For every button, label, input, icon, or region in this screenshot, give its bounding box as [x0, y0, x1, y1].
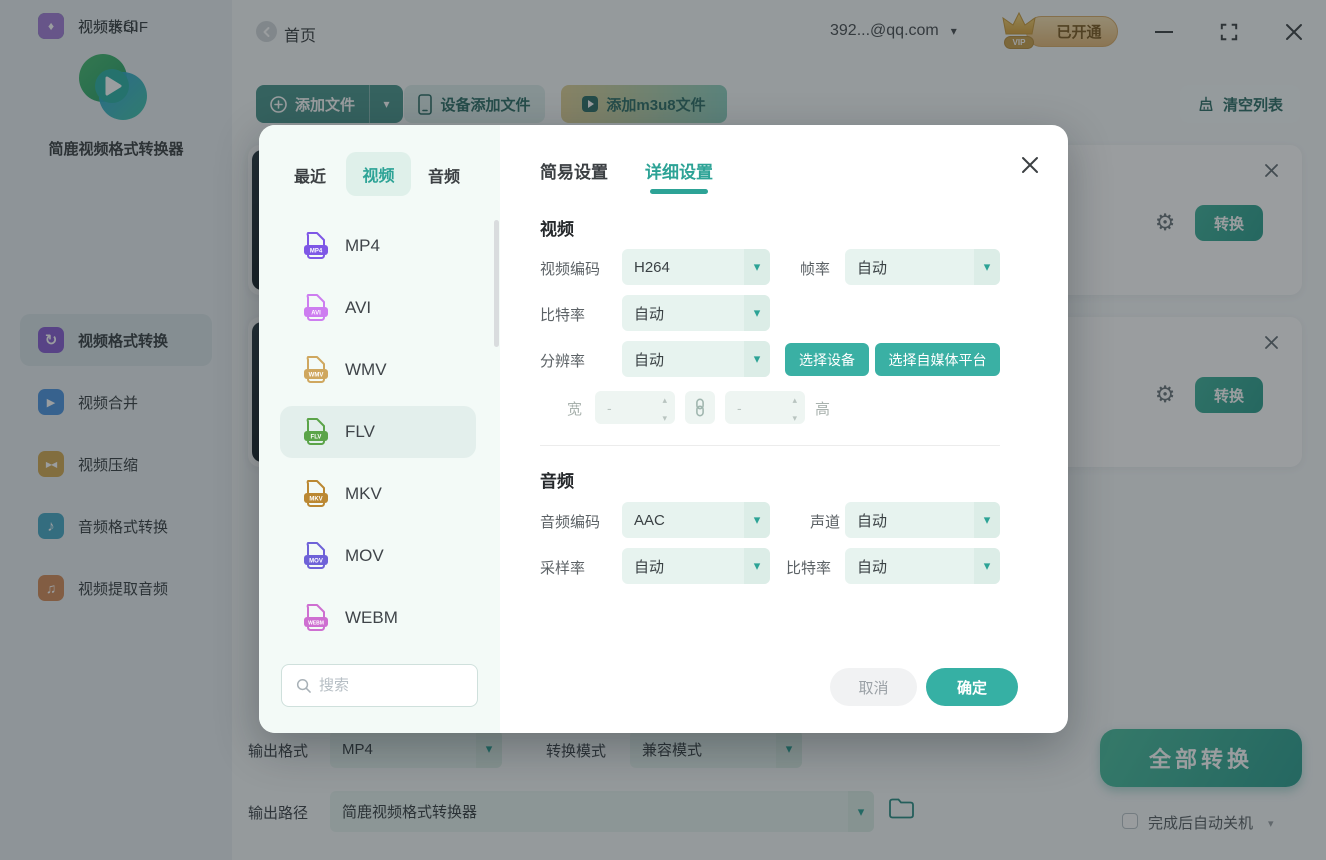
chevron-down-icon — [744, 295, 770, 331]
chevron-down-icon — [744, 249, 770, 285]
file-format-icon: WMV — [304, 356, 328, 383]
audio-bitrate-label: 比特率 — [786, 560, 832, 577]
width-label: 宽 — [567, 401, 583, 418]
svg-text:FLV: FLV — [311, 435, 322, 441]
svg-text:MP4: MP4 — [310, 249, 323, 255]
section-divider — [540, 445, 1000, 446]
format-item-avi[interactable]: AVI AVI — [280, 282, 476, 334]
chevron-down-icon — [744, 341, 770, 377]
link-chain-icon — [696, 398, 704, 417]
step-down-icon[interactable] — [792, 408, 797, 426]
chevron-down-icon — [974, 548, 1000, 584]
chevron-down-icon — [744, 502, 770, 538]
format-item-wmv[interactable]: WMV WMV — [280, 344, 476, 396]
app-window: 简鹿视频格式转换器 视频格式转换 视频合并 视频压缩 音频格式转换 视频提取音频… — [0, 0, 1326, 860]
height-input[interactable]: - — [725, 391, 805, 424]
svg-text:MOV: MOV — [309, 559, 323, 565]
tab-video[interactable]: 视频 — [346, 152, 411, 196]
audio-encoder-label: 音频编码 — [540, 514, 601, 531]
file-format-icon: FLV — [304, 418, 328, 445]
video-bitrate-select[interactable]: 自动 — [622, 295, 770, 331]
select-device-button[interactable]: 选择设备 — [785, 343, 869, 376]
cancel-button[interactable]: 取消 — [830, 668, 917, 706]
file-format-icon: AVI — [304, 294, 328, 321]
resolution-select[interactable]: 自动 — [622, 341, 770, 377]
search-input[interactable] — [319, 677, 449, 694]
confirm-button[interactable]: 确定 — [926, 668, 1018, 706]
tab-recent[interactable]: 最近 — [294, 163, 326, 187]
close-icon — [1022, 157, 1038, 173]
svg-text:WMV: WMV — [309, 373, 324, 379]
chevron-down-icon — [974, 502, 1000, 538]
resolution-label: 分辨率 — [540, 353, 586, 370]
step-up-icon[interactable] — [662, 390, 667, 408]
lock-aspect-ratio-button[interactable] — [685, 391, 715, 424]
samplerate-select[interactable]: 自动 — [622, 548, 770, 584]
format-list-scrollbar[interactable] — [494, 220, 499, 347]
search-icon — [296, 678, 311, 693]
format-picker-panel: 最近 视频 音频 MP4 MP4 AVI AVI WMV WMV FLV FLV… — [259, 125, 500, 733]
select-platform-button[interactable]: 选择自媒体平台 — [875, 343, 1000, 376]
tab-audio[interactable]: 音频 — [428, 163, 460, 187]
channel-select[interactable]: 自动 — [845, 502, 1000, 538]
format-item-mov[interactable]: MOV MOV — [280, 530, 476, 582]
framerate-label: 帧率 — [800, 261, 831, 278]
step-up-icon[interactable] — [792, 390, 797, 408]
format-search — [281, 664, 478, 707]
samplerate-label: 采样率 — [540, 560, 586, 577]
file-format-icon: WEBM — [304, 604, 328, 631]
stepper-arrows[interactable] — [792, 390, 805, 426]
file-format-icon: MP4 — [304, 232, 328, 259]
height-label: 高 — [815, 401, 831, 418]
audio-section-title: 音频 — [540, 472, 574, 491]
chevron-down-icon — [974, 249, 1000, 285]
close-dialog-button[interactable] — [1020, 155, 1040, 175]
svg-text:WEBM: WEBM — [308, 621, 324, 627]
video-encoder-label: 视频编码 — [540, 261, 601, 278]
svg-text:AVI: AVI — [311, 311, 321, 317]
file-format-icon: MKV — [304, 480, 328, 507]
stepper-arrows[interactable] — [662, 390, 675, 426]
video-bitrate-label: 比特率 — [540, 307, 586, 324]
width-input[interactable]: - — [595, 391, 675, 424]
video-section-title: 视频 — [540, 220, 574, 239]
active-tab-underline — [650, 189, 708, 194]
video-encoder-select[interactable]: H264 — [622, 249, 770, 285]
format-item-webm[interactable]: WEBM WEBM — [280, 592, 476, 644]
file-format-icon: MOV — [304, 542, 328, 569]
tab-detailed-settings[interactable]: 详细设置 — [645, 158, 713, 183]
audio-bitrate-select[interactable]: 自动 — [845, 548, 1000, 584]
output-settings-dialog: 最近 视频 音频 MP4 MP4 AVI AVI WMV WMV FLV FLV… — [259, 125, 1068, 733]
format-item-mkv[interactable]: MKV MKV — [280, 468, 476, 520]
audio-encoder-select[interactable]: AAC — [622, 502, 770, 538]
format-item-flv[interactable]: FLV FLV — [280, 406, 476, 458]
tab-simple-settings[interactable]: 简易设置 — [540, 158, 608, 183]
format-item-mp4[interactable]: MP4 MP4 — [280, 220, 476, 272]
channel-label: 声道 — [810, 514, 841, 531]
framerate-select[interactable]: 自动 — [845, 249, 1000, 285]
step-down-icon[interactable] — [662, 408, 667, 426]
chevron-down-icon — [744, 548, 770, 584]
svg-text:MKV: MKV — [309, 497, 322, 503]
